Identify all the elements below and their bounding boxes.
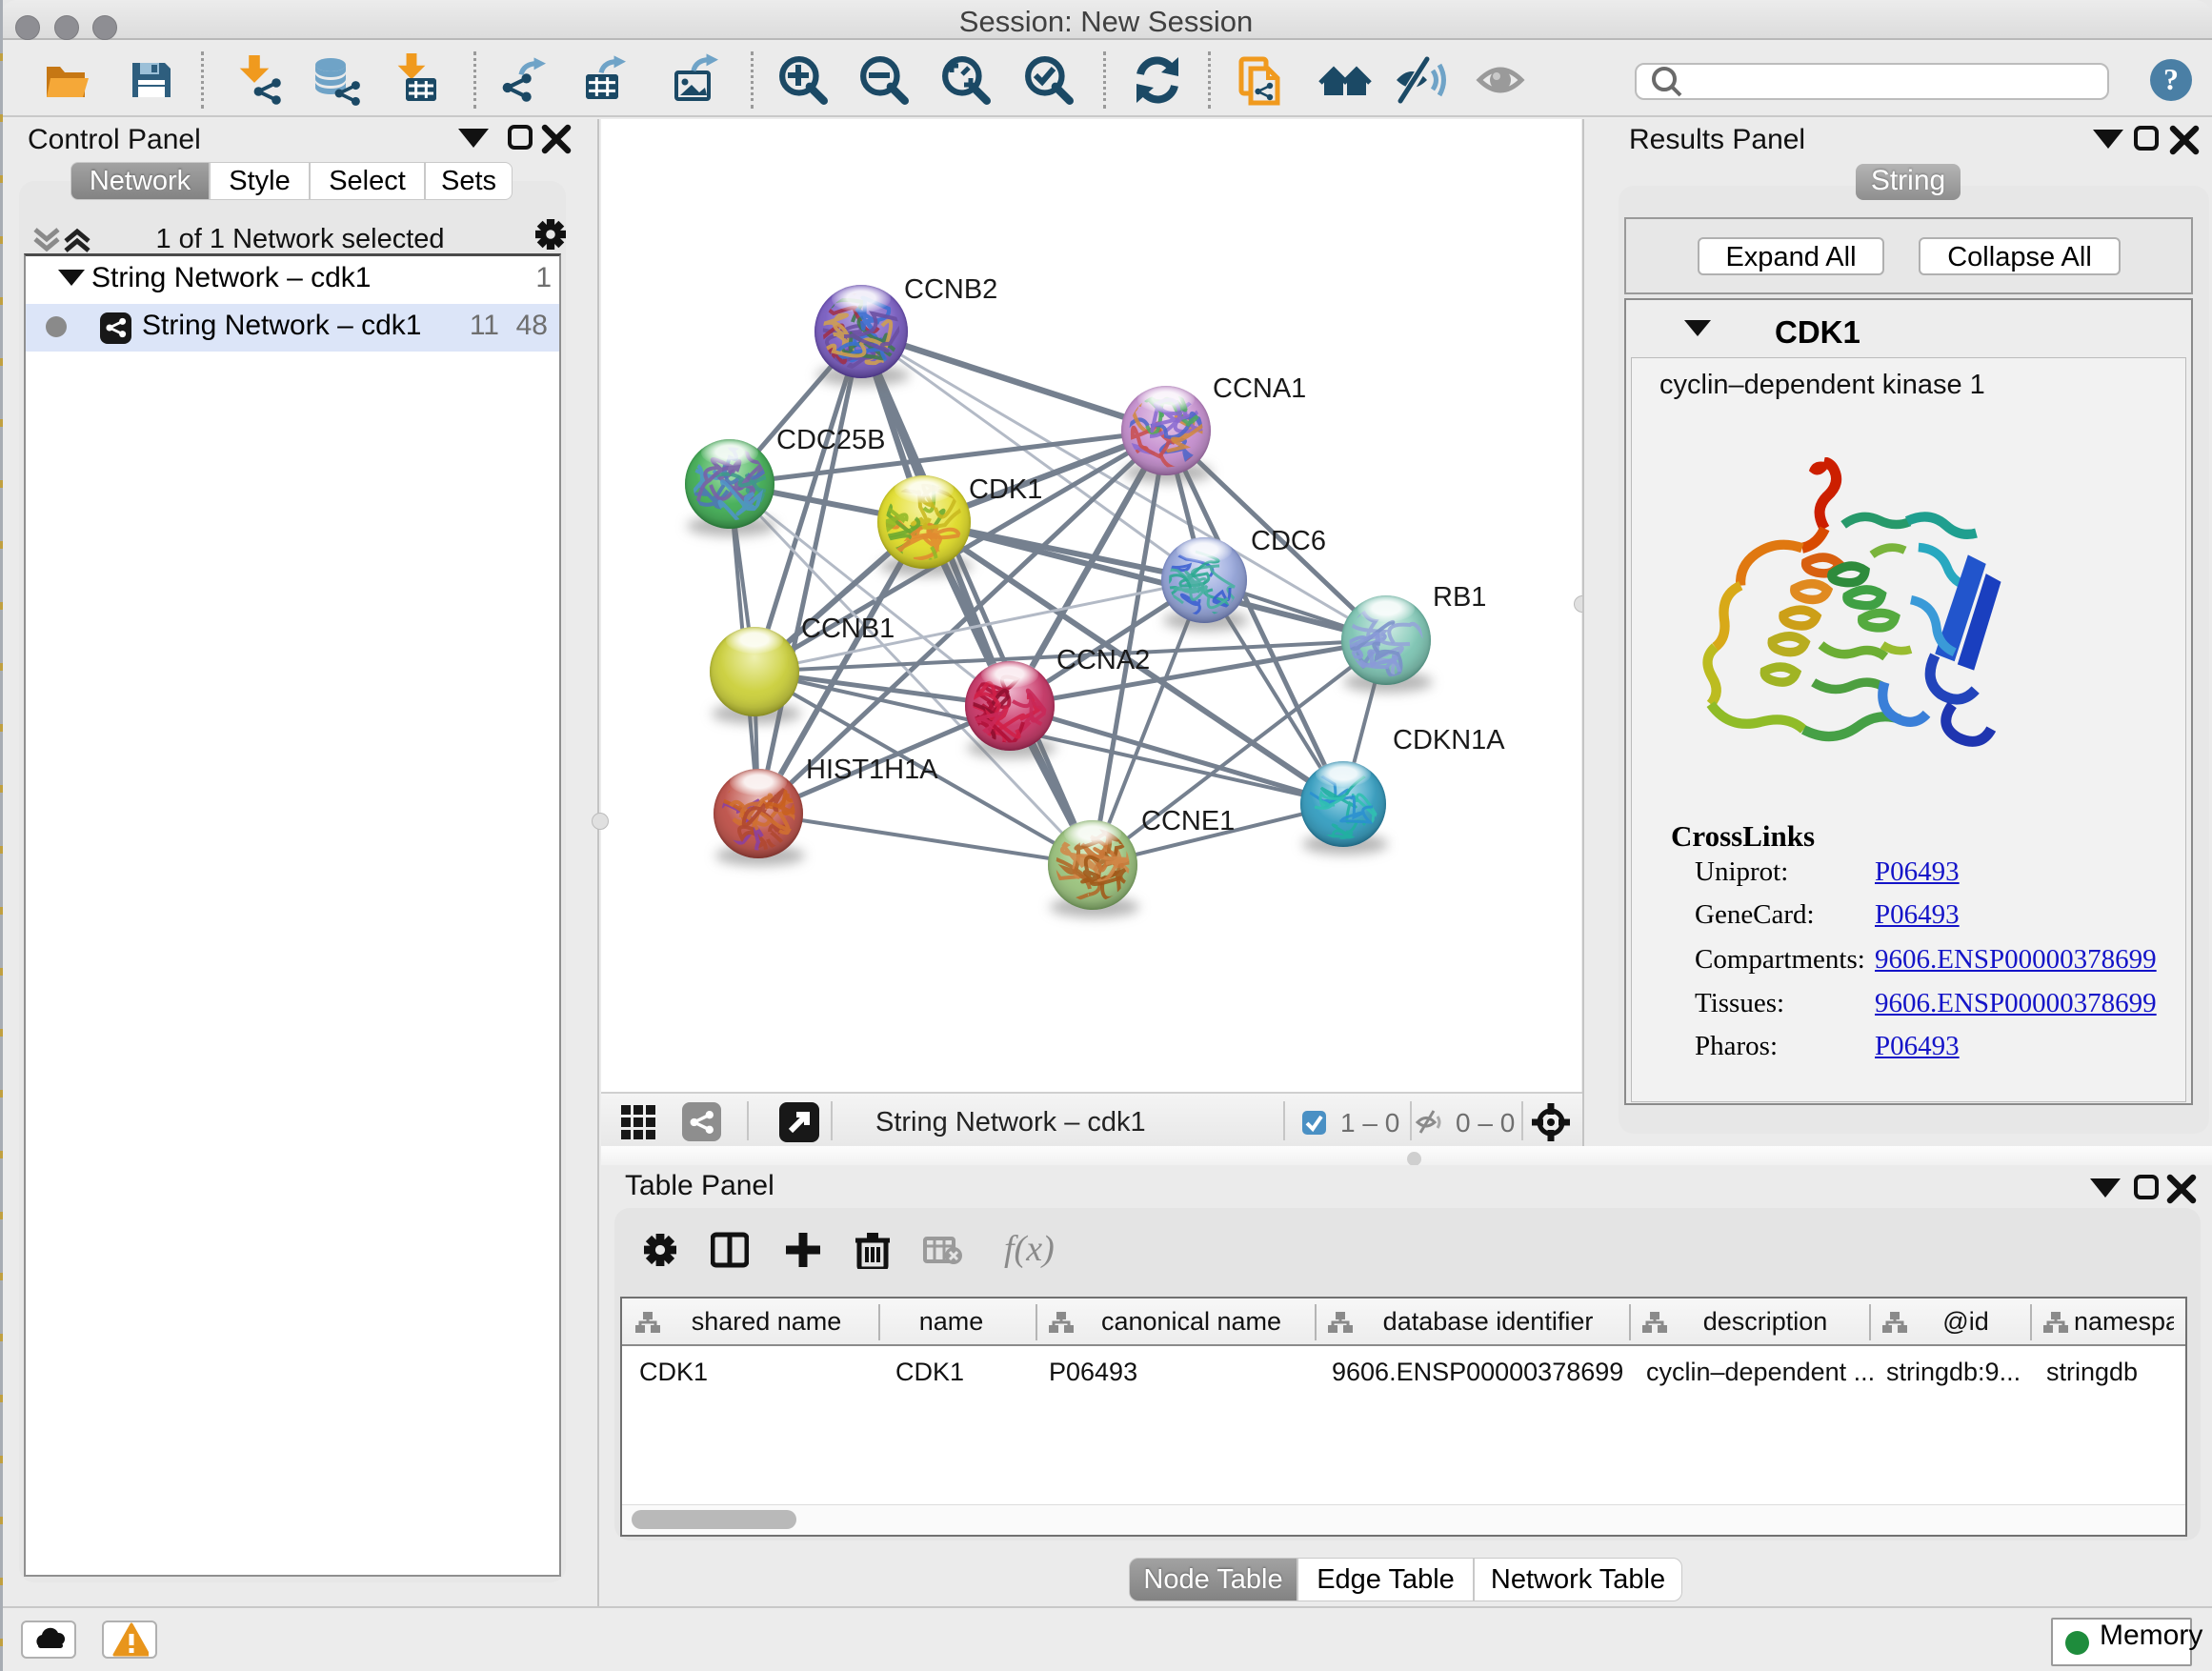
svg-text:?: ? xyxy=(2163,62,2179,96)
